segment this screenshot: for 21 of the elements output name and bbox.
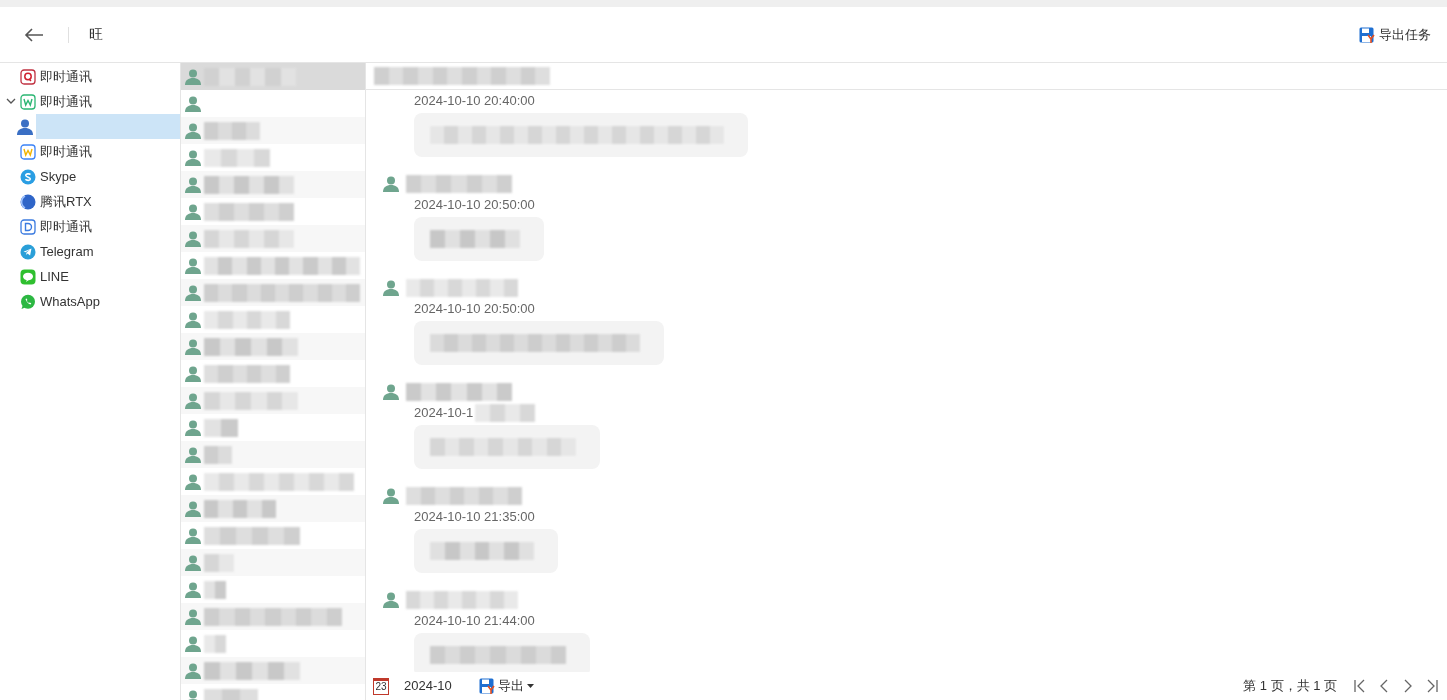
export-task-button[interactable]: 导出任务: [1359, 24, 1431, 45]
export-button[interactable]: 导出: [478, 676, 534, 696]
message-time: 2024-10-10 21:35:00: [414, 508, 535, 526]
tree-item[interactable]: 腾讯RTX: [0, 189, 180, 214]
tree-item[interactable]: 即时通讯: [0, 64, 180, 89]
tree-item[interactable]: LINE: [0, 264, 180, 289]
tree-item[interactable]: 即时通讯: [0, 89, 180, 114]
tree-item[interactable]: 即时通讯: [0, 139, 180, 164]
tree-item[interactable]: Skype: [0, 164, 180, 189]
message-time: 2024-10-10 20:50:00: [414, 300, 535, 318]
page-title: 旺: [89, 25, 103, 44]
message-time: 2024-10-10 21:44:00: [414, 612, 535, 630]
page-info: 第 1 页，共 1 页: [1243, 677, 1337, 696]
tree-item[interactable]: WhatsApp: [0, 289, 180, 314]
month-label[interactable]: 2024-10: [404, 676, 452, 696]
tree-item[interactable]: 即时通讯: [0, 214, 180, 239]
calendar-icon[interactable]: 23: [373, 677, 389, 695]
message-time: 2024-10-10 20:50:00: [414, 196, 535, 214]
message-time: 2024-10-1: [414, 404, 474, 422]
tree-item[interactable]: Telegram: [0, 239, 180, 264]
message-time: 2024-10-10 20:40:00: [414, 92, 535, 110]
